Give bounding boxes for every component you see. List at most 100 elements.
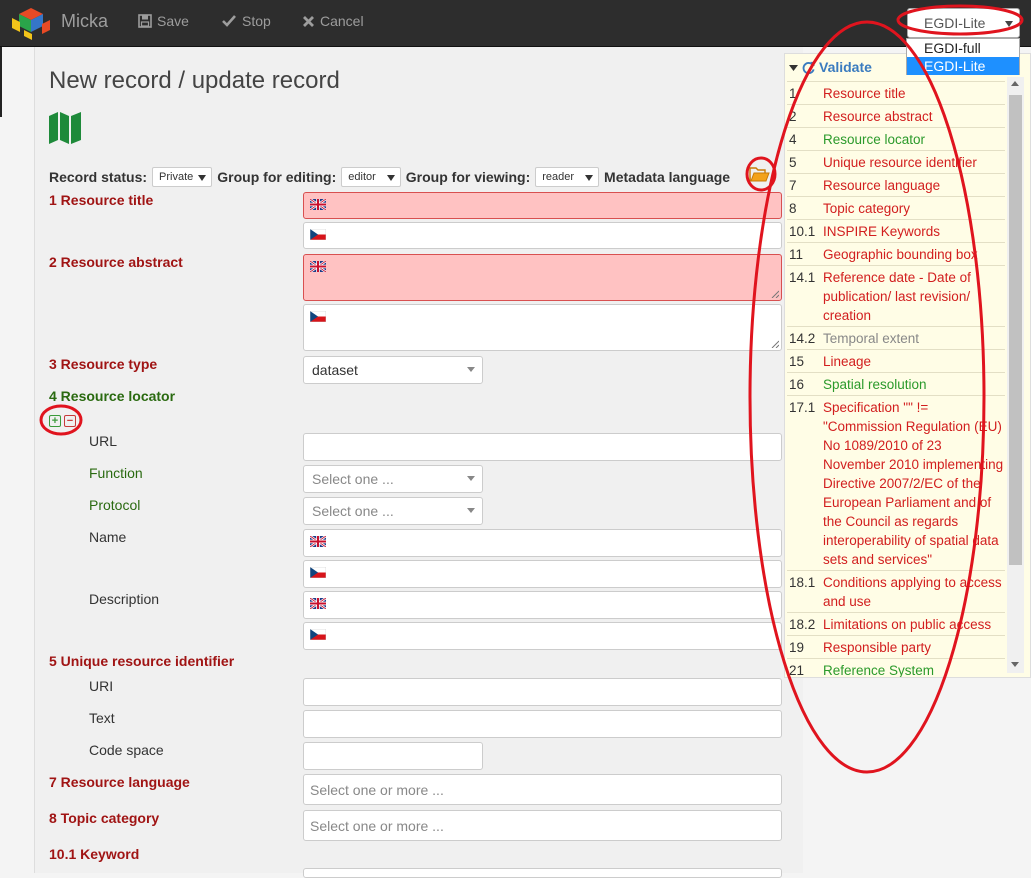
stop-icon bbox=[222, 15, 236, 27]
topic-category-multiselect[interactable]: Select one or more ... bbox=[303, 810, 782, 841]
keyword-label: 10.1 Keyword bbox=[49, 846, 140, 862]
validation-item[interactable]: 11 Geographic bounding box bbox=[787, 242, 1005, 265]
uri-label: URI bbox=[89, 678, 114, 694]
left-gutter bbox=[0, 47, 34, 873]
profile-option-egdi-lite[interactable]: EGDI-Lite bbox=[907, 57, 1019, 75]
scrollbar-thumb[interactable] bbox=[1009, 95, 1022, 565]
description-cs-input[interactable] bbox=[303, 622, 782, 650]
topic-category-placeholder: Select one or more ... bbox=[310, 818, 444, 834]
validation-item[interactable]: 18.2 Limitations on public access bbox=[787, 612, 1005, 635]
brand-title[interactable]: Micka bbox=[61, 11, 108, 32]
top-navbar: Micka Save Stop Cancel EGDI-Lite bbox=[0, 0, 1031, 47]
validation-item[interactable]: 2 Resource abstract bbox=[787, 104, 1005, 127]
validation-item[interactable]: 14.2 Temporal extent bbox=[787, 326, 1005, 349]
group-editing-select[interactable]: editor bbox=[341, 167, 401, 187]
validation-item-number: 18.1 bbox=[789, 575, 816, 590]
cz-flag-icon bbox=[310, 311, 326, 322]
resource-abstract-cs-textarea[interactable] bbox=[303, 304, 782, 351]
plus-icon[interactable]: + bbox=[49, 415, 61, 427]
cancel-button[interactable]: Cancel bbox=[302, 13, 364, 29]
validation-item-number: 10.1 bbox=[789, 224, 816, 239]
identifier-text-input[interactable] bbox=[303, 710, 782, 738]
validation-item-text: Resource locator bbox=[823, 132, 926, 147]
cancel-label: Cancel bbox=[320, 13, 364, 29]
validation-item[interactable]: 16 Spatial resolution bbox=[787, 372, 1005, 395]
validation-item[interactable]: 18.1 Conditions applying to access and us… bbox=[787, 570, 1005, 612]
validate-header[interactable]: Validate bbox=[789, 59, 872, 75]
uk-flag-icon bbox=[310, 598, 326, 609]
codespace-input[interactable] bbox=[303, 742, 483, 770]
keyword-input[interactable] bbox=[303, 868, 782, 878]
resource-type-select[interactable]: dataset bbox=[303, 356, 483, 384]
name-en-input[interactable] bbox=[303, 529, 782, 557]
validation-item[interactable]: 5 Unique resource identifier bbox=[787, 150, 1005, 173]
cz-flag-icon bbox=[310, 567, 326, 578]
scroll-up-icon[interactable] bbox=[1011, 81, 1019, 86]
resource-title-cs-input[interactable] bbox=[303, 222, 782, 249]
validation-item[interactable]: 17.1 Specification "" != "Commission Regu… bbox=[787, 395, 1005, 570]
validation-item-text: Topic category bbox=[823, 201, 911, 216]
validation-item[interactable]: 14.1 Reference date - Date of publication… bbox=[787, 265, 1005, 326]
resource-locator-label: 4 Resource locator bbox=[49, 388, 176, 404]
protocol-select[interactable]: Select one ... bbox=[303, 497, 483, 525]
description-en-input[interactable] bbox=[303, 591, 782, 619]
profile-select[interactable]: EGDI-Lite bbox=[907, 8, 1020, 38]
url-input[interactable] bbox=[303, 433, 782, 461]
validation-item-number: 2 bbox=[789, 109, 797, 124]
description-label: Description bbox=[89, 591, 160, 607]
scroll-down-icon[interactable] bbox=[1011, 662, 1019, 667]
record-status-bar: Record status: Private Group for editing… bbox=[49, 167, 730, 187]
validation-item-text: Responsible party bbox=[823, 640, 932, 655]
validation-item-text: Conditions applying to access and use bbox=[823, 575, 1002, 609]
metadata-language-label: Metadata language bbox=[604, 169, 731, 185]
folder-icon[interactable] bbox=[749, 165, 771, 185]
chevron-down-icon bbox=[467, 367, 475, 372]
validate-title: Validate bbox=[819, 59, 872, 75]
validation-item-number: 4 bbox=[789, 132, 797, 147]
resource-abstract-en-textarea[interactable] bbox=[303, 254, 782, 301]
name-label: Name bbox=[89, 529, 127, 545]
save-icon bbox=[138, 14, 152, 28]
validation-item[interactable]: 4 Resource locator bbox=[787, 127, 1005, 150]
record-status-select[interactable]: Private bbox=[152, 167, 213, 187]
name-cs-input[interactable] bbox=[303, 560, 782, 588]
uri-input[interactable] bbox=[303, 678, 782, 706]
validate-panel: Validate 1 Resource title 2 Resource abstra… bbox=[784, 53, 1031, 678]
function-select[interactable]: Select one ... bbox=[303, 465, 483, 493]
stop-button[interactable]: Stop bbox=[221, 13, 271, 29]
validation-item[interactable]: 8 Topic category bbox=[787, 196, 1005, 219]
validation-item-number: 14.1 bbox=[789, 270, 816, 285]
record-status-label: Record status: bbox=[49, 169, 148, 185]
profile-option-egdi-full[interactable]: EGDI-full bbox=[907, 39, 1019, 57]
validation-item[interactable]: 10.1 INSPIRE Keywords bbox=[787, 219, 1005, 242]
resize-handle-icon[interactable] bbox=[771, 340, 779, 348]
group-editing-label: Group for editing: bbox=[217, 169, 337, 185]
validate-scrollbar[interactable] bbox=[1007, 77, 1024, 673]
validation-item[interactable]: 19 Responsible party bbox=[787, 635, 1005, 658]
validation-item-text: Resource title bbox=[823, 86, 906, 101]
validation-item[interactable]: 1 Resource title bbox=[787, 81, 1005, 104]
resource-abstract-label: 2 Resource abstract bbox=[49, 254, 183, 270]
micka-logo-icon[interactable] bbox=[10, 6, 52, 40]
resource-title-en-input[interactable] bbox=[303, 192, 782, 219]
resource-language-multiselect[interactable]: Select one or more ... bbox=[303, 774, 782, 805]
profile-selected-value: EGDI-Lite bbox=[924, 15, 986, 31]
validation-item-text: INSPIRE Keywords bbox=[823, 224, 941, 239]
group-viewing-select[interactable]: reader bbox=[535, 167, 600, 187]
cz-flag-icon bbox=[310, 229, 326, 240]
group-viewing-label: Group for viewing: bbox=[405, 169, 531, 185]
validation-item-number: 8 bbox=[789, 201, 797, 216]
minus-icon[interactable]: − bbox=[64, 415, 76, 427]
validation-item[interactable]: 7 Resource language bbox=[787, 173, 1005, 196]
map-icon bbox=[49, 112, 81, 144]
chevron-down-icon bbox=[1005, 21, 1013, 27]
text-label: Text bbox=[89, 710, 115, 726]
function-label: Function bbox=[89, 465, 143, 481]
validation-item[interactable]: 15 Lineage bbox=[787, 349, 1005, 372]
validation-item-number: 1 bbox=[789, 86, 797, 101]
validation-item[interactable]: 21 Reference System Information bbox=[787, 658, 1005, 677]
save-button[interactable]: Save bbox=[138, 13, 189, 29]
validation-item-number: 19 bbox=[789, 640, 805, 655]
resize-handle-icon[interactable] bbox=[771, 290, 779, 298]
resource-language-label: 7 Resource language bbox=[49, 774, 190, 790]
